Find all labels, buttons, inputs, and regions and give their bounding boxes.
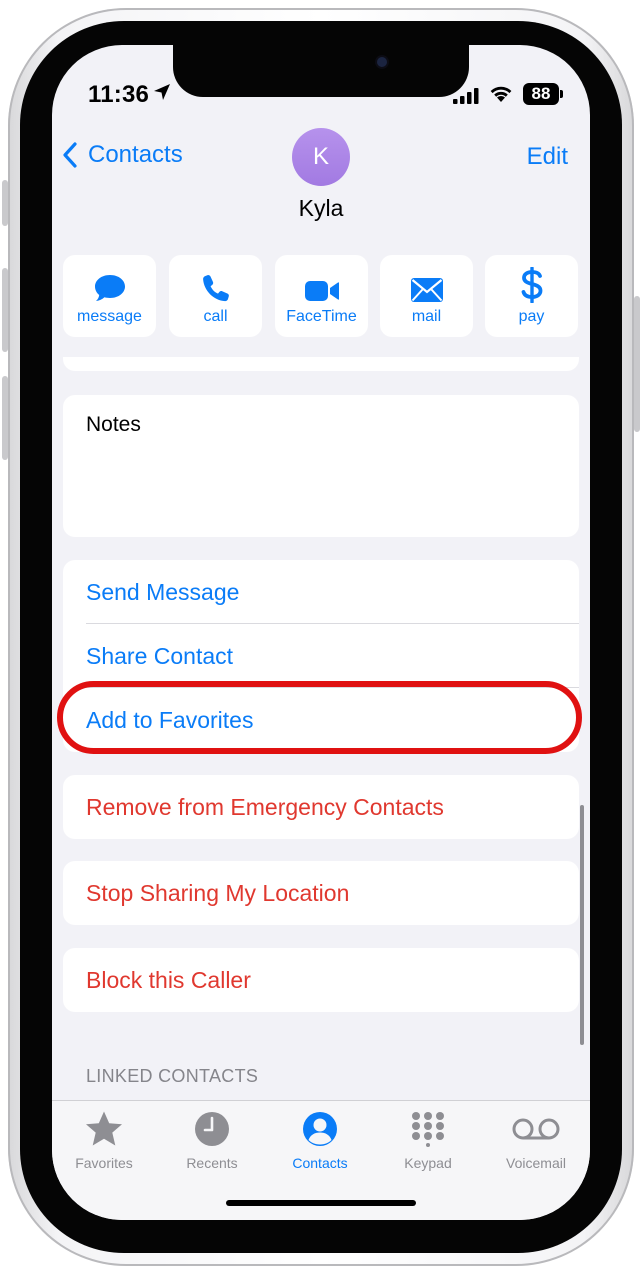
location-card: Stop Sharing My Location [63, 861, 579, 925]
mail-action-button[interactable]: mail [380, 255, 473, 337]
scrollbar[interactable] [580, 805, 584, 1045]
keypad-icon [412, 1112, 444, 1147]
side-button-volume-down [2, 376, 8, 460]
tab-favorites-label: Favorites [75, 1155, 133, 1171]
pay-action-label: pay [518, 308, 545, 325]
front-camera [377, 57, 387, 67]
location-arrow-icon [154, 84, 170, 100]
edit-button[interactable]: Edit [527, 143, 568, 171]
back-button[interactable]: Contacts [62, 141, 183, 169]
back-label: Contacts [88, 141, 183, 168]
red-highlight-ring [57, 681, 582, 754]
remove-emergency-contact-button[interactable]: Remove from Emergency Contacts [63, 775, 579, 839]
tab-keypad-label: Keypad [404, 1155, 452, 1171]
wifi-icon [490, 86, 512, 102]
clock-icon [195, 1112, 229, 1146]
message-bubble-icon [94, 275, 125, 301]
screen: 11:36 88 Contacts Edit K Kyla message ca… [52, 45, 590, 1220]
facetime-action-button[interactable]: FaceTime [275, 255, 368, 337]
facetime-action-label: FaceTime [286, 308, 357, 325]
call-action-label: call [203, 308, 228, 325]
side-button-power [634, 296, 640, 432]
avatar: K [292, 128, 350, 186]
envelope-icon [410, 278, 443, 302]
block-caller-button[interactable]: Block this Caller [63, 948, 579, 1012]
phone-icon [202, 275, 229, 302]
cellular-signal-icon [453, 88, 479, 104]
notch [173, 45, 469, 97]
chevron-left-icon [63, 142, 77, 168]
call-action-button[interactable]: call [169, 255, 262, 337]
avatar-initial: K [312, 143, 329, 170]
emergency-card: Remove from Emergency Contacts [63, 775, 579, 839]
previous-card-edge [63, 357, 579, 371]
tab-voicemail-label: Voicemail [506, 1155, 566, 1171]
tab-recents-label: Recents [186, 1155, 238, 1171]
tab-keypad[interactable]: Keypad [378, 1109, 478, 1171]
message-action-label: message [77, 308, 142, 325]
send-message-button[interactable]: Send Message [63, 560, 579, 624]
block-card: Block this Caller [63, 948, 579, 1012]
linked-contacts-header: LINKED CONTACTS [86, 1066, 259, 1086]
mail-action-label: mail [411, 308, 442, 325]
home-indicator[interactable] [226, 1200, 416, 1206]
tab-favorites[interactable]: Favorites [54, 1109, 154, 1171]
side-button-mute [2, 180, 8, 226]
tab-contacts[interactable]: Contacts [270, 1109, 370, 1171]
notes-card[interactable]: Notes [63, 395, 579, 537]
battery-tip [560, 90, 563, 98]
pay-action-button[interactable]: pay [485, 255, 578, 337]
share-contact-button[interactable]: Share Contact [63, 624, 579, 688]
stop-sharing-location-button[interactable]: Stop Sharing My Location [63, 861, 579, 925]
tab-contacts-label: Contacts [292, 1155, 348, 1171]
tab-voicemail[interactable]: Voicemail [486, 1109, 586, 1171]
side-button-volume-up [2, 268, 8, 352]
message-action-button[interactable]: message [63, 255, 156, 337]
battery-indicator: 88 [523, 83, 559, 105]
video-camera-icon [304, 281, 339, 301]
dollar-sign-icon [521, 267, 542, 303]
notes-label: Notes [86, 413, 141, 436]
star-icon [86, 1111, 122, 1146]
contact-name: Kyla [298, 195, 344, 221]
voicemail-icon [512, 1118, 560, 1140]
person-circle-icon [303, 1112, 337, 1146]
tab-recents[interactable]: Recents [162, 1109, 262, 1171]
status-time: 11:36 [88, 81, 150, 108]
